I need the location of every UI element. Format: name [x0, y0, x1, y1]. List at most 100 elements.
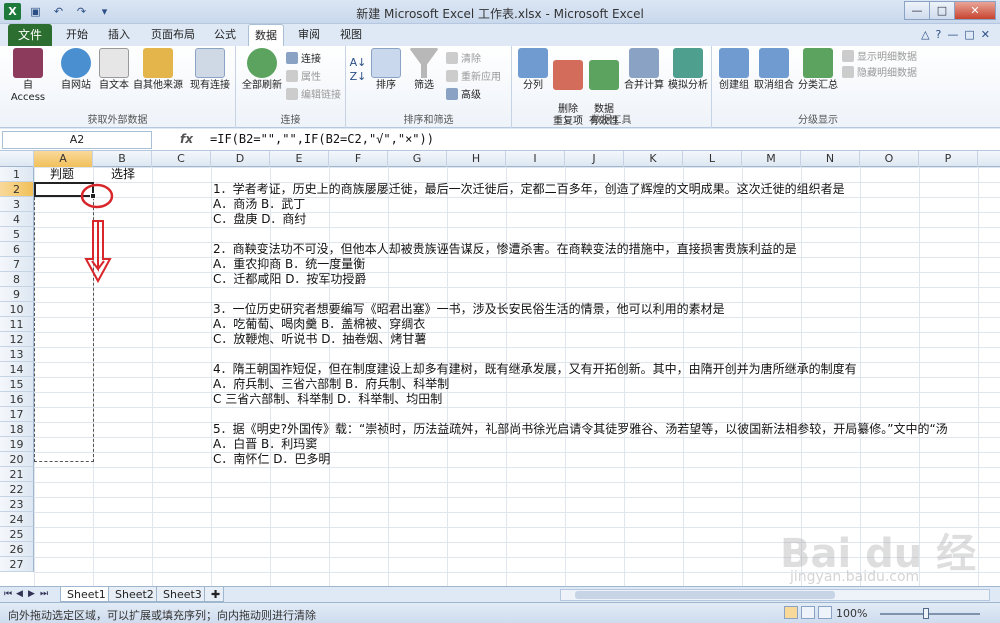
insert-function-icon[interactable]: fx	[180, 132, 193, 146]
from-other-sources-button[interactable]: 自其他来源	[132, 48, 184, 92]
show-detail-button[interactable]: 显示明细数据	[842, 50, 917, 66]
first-sheet-icon[interactable]: ⏮	[4, 589, 14, 599]
from-web-button[interactable]: 自网站	[56, 48, 96, 92]
cell-d3[interactable]: A．商汤 B．武丁	[213, 197, 305, 212]
help-icon[interactable]: ?	[936, 28, 942, 41]
maximize-button[interactable]: □	[929, 1, 955, 20]
cell-d16[interactable]: C 三省六部制、科举制 D．科举制、均田制	[213, 392, 442, 407]
tab-page-layout[interactable]: 页面布局	[145, 24, 201, 46]
sort-button[interactable]: 排序	[370, 48, 402, 92]
next-sheet-icon[interactable]: ▶	[28, 589, 38, 599]
close-button[interactable]: ✕	[954, 1, 996, 20]
what-if-analysis-button[interactable]: 模拟分析	[666, 48, 710, 92]
ungroup-button[interactable]: 取消组合	[752, 48, 796, 92]
column-header-o[interactable]: O	[860, 151, 919, 167]
edit-links-button[interactable]: 编辑链接	[286, 88, 341, 104]
zoom-level[interactable]: 100%	[836, 607, 867, 620]
cell-d4[interactable]: C．盘庚 D．商纣	[213, 212, 306, 227]
cell-d7[interactable]: A．重农抑商 B．统一度量衡	[213, 257, 365, 272]
row-header-18[interactable]: 18	[0, 422, 34, 437]
normal-view-icon[interactable]	[784, 606, 798, 619]
column-header-d[interactable]: D	[211, 151, 270, 167]
zoom-slider[interactable]	[880, 613, 980, 615]
horizontal-scrollbar[interactable]	[560, 589, 990, 601]
row-header-15[interactable]: 15	[0, 377, 34, 392]
row-header-19[interactable]: 19	[0, 437, 34, 452]
hide-detail-button[interactable]: 隐藏明细数据	[842, 66, 917, 82]
sheet-tab-sheet2[interactable]: Sheet2	[108, 587, 161, 602]
ribbon-minimize-icon[interactable]: △	[921, 28, 929, 41]
column-header-f[interactable]: F	[329, 151, 388, 167]
tab-formulas[interactable]: 公式	[208, 24, 242, 46]
row-header-22[interactable]: 22	[0, 482, 34, 497]
tab-home[interactable]: 开始	[60, 24, 94, 46]
worksheet-grid[interactable]: ABCDEFGHIJKLMNOP 1 2 3 4 5 6 7 8 9 10 11 12 13 14 15 16…	[0, 151, 1000, 586]
tab-data[interactable]: 数据	[248, 24, 284, 46]
sheet-tab-sheet1[interactable]: Sheet1	[60, 587, 113, 602]
from-access-button[interactable]: 自 Access	[6, 48, 50, 104]
connections-button[interactable]: 连接	[286, 52, 321, 68]
row-header-24[interactable]: 24	[0, 512, 34, 527]
cell-d15[interactable]: A．府兵制、三省六部制 B．府兵制、科举制	[213, 377, 449, 392]
column-header-i[interactable]: I	[506, 151, 565, 167]
row-header-25[interactable]: 25	[0, 527, 34, 542]
column-header-n[interactable]: N	[801, 151, 860, 167]
row-header-20[interactable]: 20	[0, 452, 34, 467]
tab-view[interactable]: 视图	[334, 24, 368, 46]
text-to-columns-button[interactable]: 分列	[516, 48, 550, 92]
sheet-tab-sheet3[interactable]: Sheet3	[156, 587, 209, 602]
cell-d10[interactable]: 3．一位历史研究者想要编写《昭君出塞》一书，涉及长安民俗生活的情景，他可以利用的…	[213, 302, 725, 317]
row-header-26[interactable]: 26	[0, 542, 34, 557]
column-header-k[interactable]: K	[624, 151, 683, 167]
insert-sheet-icon[interactable]: ✚	[204, 587, 224, 602]
row-header-21[interactable]: 21	[0, 467, 34, 482]
row-header-12[interactable]: 12	[0, 332, 34, 347]
tab-insert[interactable]: 插入	[102, 24, 136, 46]
sort-az-button[interactable]: A↓ Z↓	[348, 56, 368, 84]
workbook-close-icon[interactable]: ✕	[981, 28, 990, 41]
row-header-27[interactable]: 27	[0, 557, 34, 572]
filter-button[interactable]: 筛选	[408, 48, 440, 92]
workbook-minimize-icon[interactable]: —	[947, 28, 958, 41]
column-header-m[interactable]: M	[742, 151, 801, 167]
last-sheet-icon[interactable]: ⏭	[40, 589, 50, 599]
name-box[interactable]: A2	[2, 131, 152, 149]
clear-button[interactable]: 清除	[446, 52, 481, 68]
column-header-p[interactable]: P	[919, 151, 978, 167]
zoom-slider-thumb[interactable]	[923, 608, 929, 619]
row-header-13[interactable]: 13	[0, 347, 34, 362]
cell-d11[interactable]: A．吃葡萄、喝肉羹 B．盖棉被、穿绸衣	[213, 317, 425, 332]
tab-file[interactable]: 文件	[8, 24, 52, 46]
formula-input[interactable]: =IF(B2="","",IF(B2=C2,"√","×"))	[210, 132, 434, 146]
cell-d8[interactable]: C．迁都咸阳 D．按军功授爵	[213, 272, 366, 287]
reapply-button[interactable]: 重新应用	[446, 70, 501, 86]
cell-d6[interactable]: 2．商鞅变法功不可没，但他本人却被贵族诬告谋反，惨遭杀害。在商鞅变法的措施中，直…	[213, 242, 797, 257]
advanced-filter-button[interactable]: 高级	[446, 88, 481, 104]
column-header-l[interactable]: L	[683, 151, 742, 167]
column-header-h[interactable]: H	[447, 151, 506, 167]
subtotal-button[interactable]: 分类汇总	[796, 48, 840, 92]
row-header-16[interactable]: 16	[0, 392, 34, 407]
cell-d12[interactable]: C．放鞭炮、听说书 D．抽卷烟、烤甘薯	[213, 332, 426, 347]
cell-d19[interactable]: A．白晋 B．利玛窦	[213, 437, 317, 452]
cell-d14[interactable]: 4．隋王朝国祚短促，但在制度建设上却多有建树，既有继承发展，又有开拓创新。其中，…	[213, 362, 857, 377]
row-header-14[interactable]: 14	[0, 362, 34, 377]
column-header-j[interactable]: J	[565, 151, 624, 167]
row-header-17[interactable]: 17	[0, 407, 34, 422]
row-header-23[interactable]: 23	[0, 497, 34, 512]
row-header-11[interactable]: 11	[0, 317, 34, 332]
page-layout-view-icon[interactable]	[801, 606, 815, 619]
cell-d20[interactable]: C．南怀仁 D．巴多明	[213, 452, 330, 467]
tab-review[interactable]: 审阅	[292, 24, 326, 46]
consolidate-button[interactable]: 合并计算	[622, 48, 666, 92]
refresh-all-button[interactable]: 全部刷新	[240, 48, 284, 92]
group-button[interactable]: 创建组	[716, 48, 752, 92]
scroll-thumb[interactable]	[575, 591, 835, 599]
existing-connections-button[interactable]: 现有连接	[188, 48, 232, 92]
workbook-restore-icon[interactable]: □	[964, 28, 974, 41]
column-header-e[interactable]: E	[270, 151, 329, 167]
column-header-g[interactable]: G	[388, 151, 447, 167]
cell-d2[interactable]: 1．学者考证，历史上的商族屡屡迁徙，最后一次迁徙后，定都二百多年，创造了辉煌的文…	[213, 182, 845, 197]
properties-button[interactable]: 属性	[286, 70, 321, 86]
prev-sheet-icon[interactable]: ◀	[16, 589, 26, 599]
